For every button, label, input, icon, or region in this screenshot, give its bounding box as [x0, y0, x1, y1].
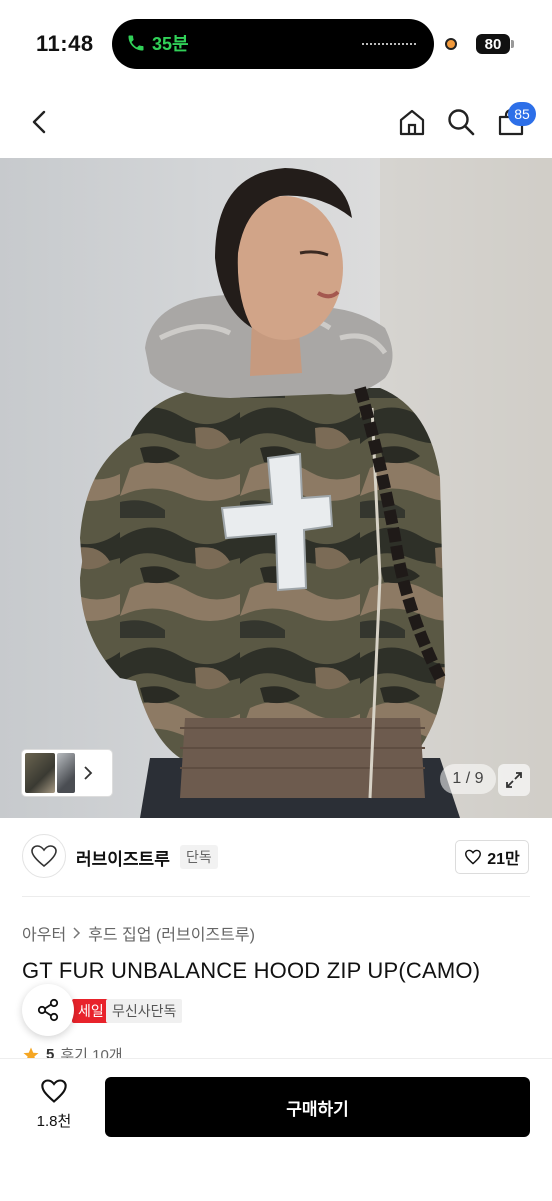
- musinsa-exclusive-tag: 무신사단독: [106, 999, 183, 1023]
- search-button[interactable]: [443, 104, 479, 140]
- dynamic-island[interactable]: 35분: [112, 19, 434, 69]
- heart-icon: [41, 1079, 67, 1103]
- cart-count-badge: 85: [508, 102, 536, 126]
- battery-indicator: 80: [476, 34, 510, 54]
- phone-icon: [128, 35, 144, 51]
- buy-button[interactable]: 구매하기: [105, 1077, 530, 1137]
- recording-indicator: [445, 38, 457, 50]
- wishlist-count: 1.8천: [36, 1113, 72, 1130]
- island-dots: [362, 43, 416, 47]
- exclusive-tag: 단독: [180, 845, 218, 869]
- share-button[interactable]: [22, 984, 74, 1036]
- search-icon: [448, 109, 475, 136]
- call-indicator[interactable]: 35분: [126, 30, 189, 56]
- product-image[interactable]: [0, 158, 552, 818]
- wishlist-button[interactable]: 1.8천: [22, 1078, 86, 1131]
- divider: [22, 896, 530, 897]
- expand-button[interactable]: [498, 764, 530, 796]
- product-photo-illustration: [80, 158, 552, 818]
- brand-like-button[interactable]: 21만: [455, 840, 529, 874]
- heart-logo-icon: [31, 845, 57, 868]
- back-icon: [32, 110, 46, 134]
- brand-like-count: 21만: [487, 851, 520, 868]
- breadcrumb: 아우터 후드 집업 (러브이즈트루): [22, 921, 255, 945]
- sale-tag: 세일: [72, 999, 110, 1023]
- thumbnail-strip[interactable]: [22, 750, 112, 796]
- breadcrumb-item-hood[interactable]: 후드 집업 (러브이즈트루): [88, 921, 255, 945]
- brand-name[interactable]: 러브이즈트루: [76, 845, 170, 870]
- brand-logo[interactable]: [22, 834, 66, 878]
- share-icon: [37, 998, 59, 1022]
- thumbnail-2[interactable]: [57, 753, 75, 793]
- back-button[interactable]: [22, 104, 58, 140]
- home-button[interactable]: [394, 104, 430, 140]
- battery-tip: [511, 40, 514, 48]
- chevron-right-icon: [73, 927, 81, 939]
- heart-icon: [465, 849, 482, 865]
- chevron-right-icon: [84, 766, 93, 780]
- thumbnail-1[interactable]: [25, 753, 55, 793]
- breadcrumb-item-outer[interactable]: 아우터: [22, 921, 66, 945]
- status-time: 11:48: [36, 31, 94, 56]
- expand-icon: [506, 772, 522, 788]
- battery-level: 80: [484, 35, 502, 53]
- product-title: GT FUR UNBALANCE HOOD ZIP UP(CAMO): [22, 958, 481, 983]
- image-counter: 1 / 9: [440, 764, 496, 794]
- call-duration: 35분: [152, 34, 189, 54]
- home-icon: [399, 109, 425, 136]
